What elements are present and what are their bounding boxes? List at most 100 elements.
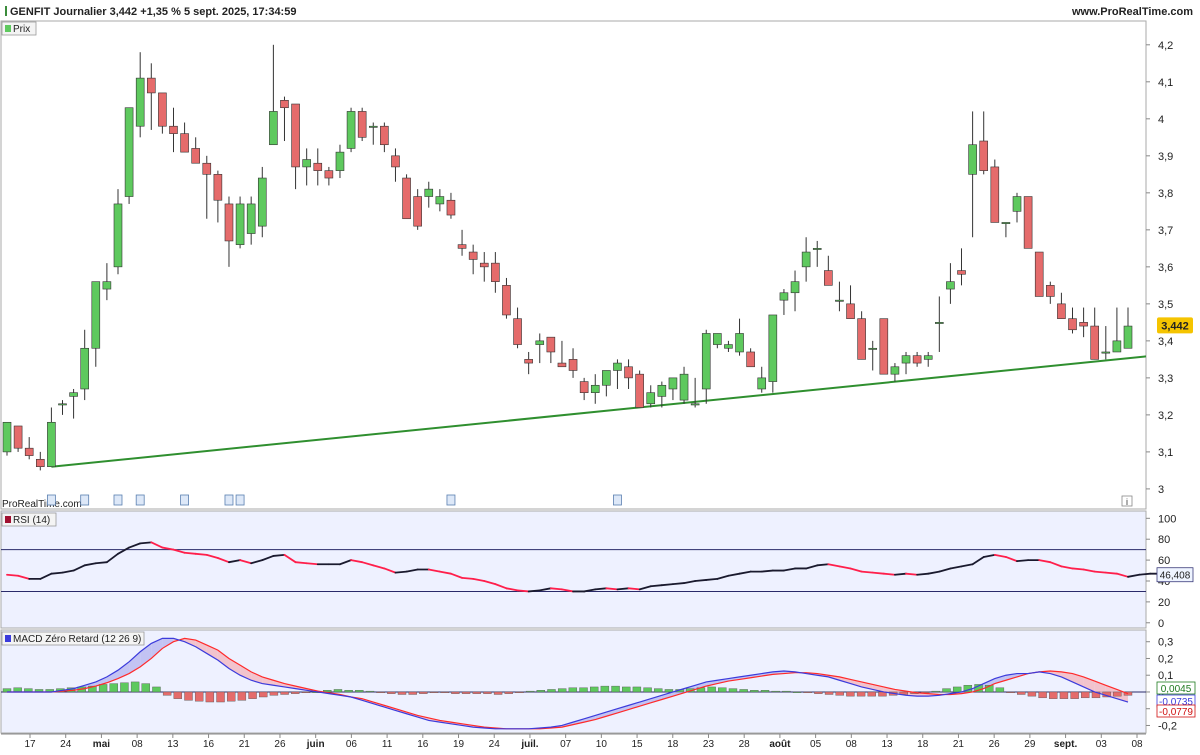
rsi-segment [882,572,896,576]
site-label[interactable]: www.ProRealTime.com [1071,6,1193,18]
macd-bar-positive [622,686,631,693]
candle-up [80,347,89,390]
price-y-tick-label: 3,6 [1158,262,1173,274]
watermark: ProRealTime.com [2,499,82,510]
date-axis: 17 24 mai 08 13 16 21 26 juin 06 11 16 19 24 juil. 07 10… [1,733,1146,750]
rsi-segment [194,552,208,556]
candle-down [957,270,966,275]
rsi-y-tick-label: 80 [1158,534,1170,546]
legend-rsi-label: RSI (14) [13,515,50,526]
candle-up [646,392,656,405]
macd-bar-positive [152,686,161,693]
macd-bar-negative [493,691,503,695]
macd-bar-negative [1059,691,1069,699]
date-tick-label: juin [306,739,325,750]
candle-up [235,203,245,245]
candle-up [335,151,345,171]
price-y-tick-label: 4,2 [1158,40,1173,52]
macd-bar-positive [568,687,578,693]
macd-bar-positive [654,688,663,693]
rsi-segment [294,561,308,565]
rsi-segment [705,578,719,581]
legend-macd-swatch [5,635,11,642]
rsi-y-tick-label: 60 [1158,555,1170,567]
macd-value-label: -0,0779 [1159,707,1193,718]
macd-bar-positive [525,690,535,693]
candle-down [546,336,556,353]
candle-up [768,314,778,382]
news-event-icon [446,494,456,506]
macd-y-tick-label: -0,2 [1158,720,1177,732]
macd-bar-positive [579,687,588,693]
macd-bar-negative [1027,691,1037,697]
rsi-segment [660,583,674,587]
macd-value-label: 0,0045 [1161,684,1192,695]
date-tick-label: 24 [489,739,501,750]
candle-up [91,281,101,349]
rsi-segment [6,573,19,577]
price-panel[interactable]: 4,2 4,1 4 3,9 3,8 3,7 3,6 3,5 3,4 3,3 3,2 3,1 3 Prix… [0,20,1193,510]
macd-bar-negative [248,691,257,699]
macd-bar-negative [291,691,300,694]
macd-bar-positive [365,690,375,693]
macd-plot-area [0,629,1147,734]
rsi-panel[interactable]: 100806040200 RSI (14) 46,408 [0,510,1194,630]
rsi-y-tick-label: 100 [1158,513,1176,525]
rsi-segment [760,569,774,573]
candle-down [391,155,400,168]
last-price-label: 3,442 [1161,320,1189,332]
rsi-segment [694,579,708,582]
news-event-icon [113,494,123,506]
candle-down [524,359,533,364]
macd-bar-positive [632,686,642,693]
candle-up [58,403,67,406]
rsi-segment [516,589,530,593]
rsi-segment [605,587,619,591]
prorealtime-chart-window: GENFIT Journalier 3,442 +1,35 % 5 sept. … [0,0,1200,750]
candle-down [313,162,323,171]
price-y-tick-label: 3,5 [1158,299,1173,311]
candle-down [746,351,755,368]
candle-down [24,447,34,456]
macd-bar-positive [557,688,567,693]
date-tick-label: 05 [810,739,822,750]
macd-bar-negative [280,691,289,695]
macd-bar-negative [1006,691,1015,694]
candle-down [280,100,289,109]
candle-up [435,196,445,205]
candle-up [713,333,722,345]
candle-down [402,177,411,220]
macd-bar-negative [814,691,823,694]
macd-bar-negative [824,691,834,695]
date-tick-label: 13 [167,739,179,750]
rsi-segment [816,563,830,567]
macd-bar-negative [515,691,524,694]
macd-bar-positive [600,685,610,693]
macd-bar-negative [803,691,812,694]
macd-bar-negative [1049,691,1058,699]
macd-bar-positive [98,684,108,693]
candle-down [1046,285,1055,297]
candle-up [946,281,955,290]
macd-bar-positive [333,689,343,693]
candle-up [69,392,78,397]
news-event-icon [613,494,622,506]
candle-up [1012,196,1022,212]
candle-down [557,362,567,368]
macd-panel[interactable]: 0,30,20,10-0,1-0,2 MACD Zéro Retard (12 … [0,629,1196,734]
candle-down [446,199,456,216]
date-tick-label: 28 [739,739,751,750]
candle-down [846,303,855,319]
macd-bar-negative [867,691,876,697]
candle-down [1034,251,1044,297]
news-event-icon [46,494,56,506]
date-tick-label: mai [93,739,110,750]
macd-bar-positive [760,690,770,693]
candle-up [701,333,711,390]
candle-down [1079,322,1088,327]
macd-bar-positive [643,687,652,693]
price-y-tick-label: 3,2 [1158,410,1173,422]
date-tick-label: 08 [132,739,144,750]
candle-up [102,281,112,290]
date-tick-label: 16 [203,739,215,750]
